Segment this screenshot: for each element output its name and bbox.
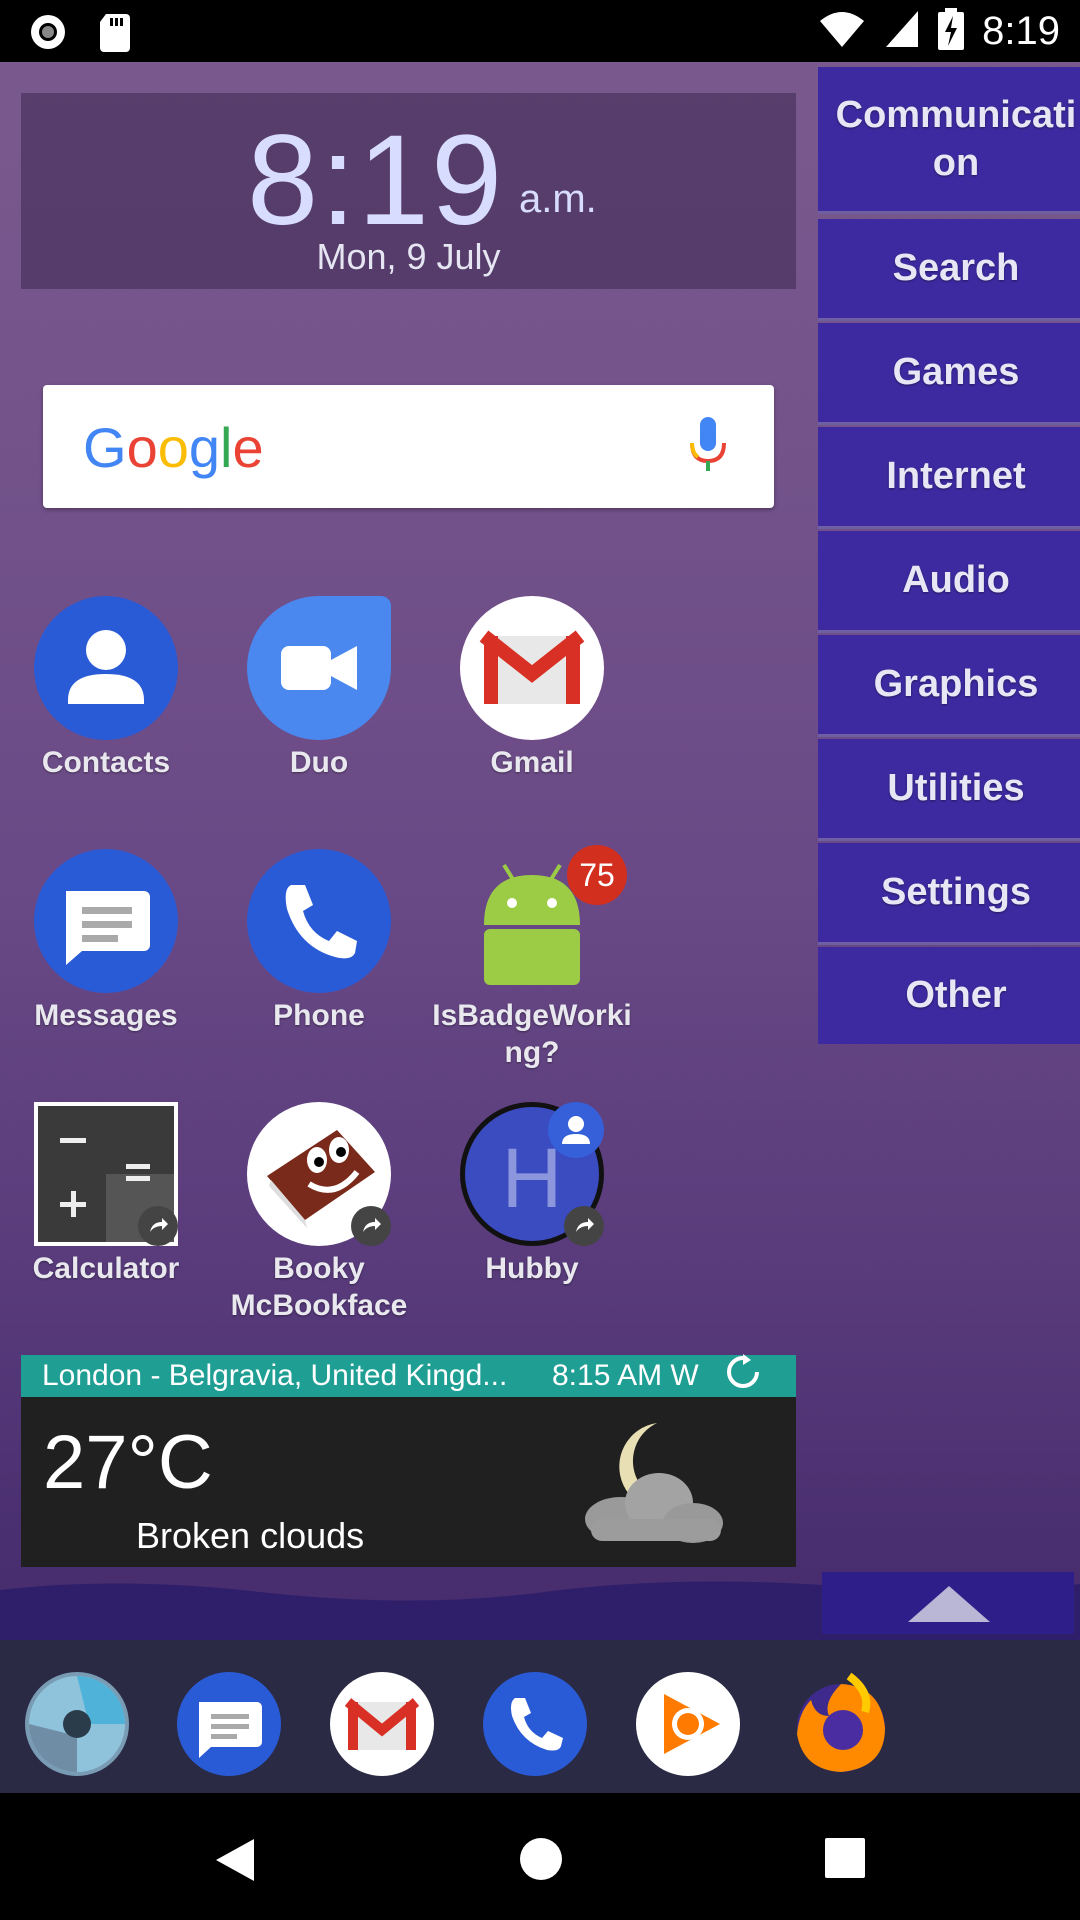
mic-icon[interactable] [688,417,728,477]
app-gmail[interactable]: Gmail [427,596,637,781]
wifi-icon [818,9,866,53]
shortcut-share-icon [564,1206,604,1246]
phone-icon [247,849,391,993]
weather-location: London - Belgravia, United Kingd... [42,1359,508,1392]
notification-badge: 75 [567,845,627,905]
sd-card-icon [100,12,132,56]
battery-charging-icon [938,8,965,54]
app-booky-mcbookface[interactable]: Booky McBookface [214,1102,424,1324]
navigation-bar [0,1793,1080,1920]
category-settings[interactable]: Settings [818,843,1080,945]
weather-updated: 8:15 AM W [552,1359,699,1392]
clock-time: 8:19 [247,109,505,252]
weather-header: London - Belgravia, United Kingd... 8:15… [21,1354,796,1398]
shortcut-share-icon [138,1206,178,1246]
messages-icon[interactable] [177,1672,281,1776]
app-phone[interactable]: Phone [214,849,424,1034]
moon-cloud-icon [561,1415,731,1559]
app-contacts[interactable]: Contacts [1,596,211,781]
weather-condition: Broken clouds [136,1515,365,1556]
contact-badge-icon [548,1102,604,1158]
app-label: Phone [273,999,365,1032]
recents-icon[interactable] [824,1837,866,1883]
clock-ampm: a.m. [519,177,597,221]
dock [0,1640,1080,1793]
contacts-icon [34,596,178,740]
weather-body: 27°C Broken clouds [21,1397,796,1567]
weather-temperature: 27°C [43,1420,213,1505]
app-label: Gmail [490,746,574,779]
up-arrow-icon [906,1584,992,1628]
app-label: Duo [289,746,349,779]
camera-icon[interactable] [25,1672,129,1776]
scroll-up-button[interactable] [822,1572,1074,1634]
refresh-icon[interactable] [725,1354,761,1398]
app-messages[interactable]: Messages [1,849,211,1034]
category-graphics[interactable]: Graphics [818,635,1080,737]
app-hubby[interactable]: H Hubby [427,1102,637,1287]
app-label: Calculator [32,1252,180,1285]
category-utilities[interactable]: Utilities [818,739,1080,841]
app-label: Hubby [485,1252,579,1285]
category-games[interactable]: Games [818,323,1080,425]
status-bar: 8:19 [0,0,1080,62]
firefox-icon[interactable] [789,1672,893,1776]
category-communication[interactable]: Communication [818,67,1080,214]
app-label: Contacts [41,746,171,779]
app-label: Messages [34,999,178,1032]
category-internet[interactable]: Internet [818,427,1080,529]
app-duo[interactable]: Duo [214,596,424,781]
clock-date: Mon, 9 July [316,236,501,277]
app-isbadgeworking[interactable]: 75 IsBadgeWorking? [427,845,637,1071]
weather-widget[interactable]: London - Belgravia, United Kingd... 8:15… [21,1354,796,1567]
record-icon [28,12,68,56]
home-icon[interactable] [519,1837,563,1885]
app-label: Booky McBookface [230,1252,408,1322]
category-search[interactable]: Search [818,219,1080,321]
messages-icon [34,849,178,993]
play-music-icon[interactable] [636,1672,740,1776]
app-label: IsBadgeWorking? [432,999,632,1069]
shortcut-share-icon [351,1206,391,1246]
google-logo: Google [83,416,264,479]
category-audio[interactable]: Audio [818,531,1080,633]
gmail-icon [460,596,604,740]
google-search-bar[interactable]: Google [43,385,774,508]
back-icon[interactable] [214,1837,256,1887]
phone-icon[interactable] [483,1672,587,1776]
category-other[interactable]: Other [818,947,1080,1044]
duo-icon [247,596,391,740]
app-calculator[interactable]: Calculator [1,1102,211,1287]
gmail-icon[interactable] [330,1672,434,1776]
status-time: 8:19 [982,8,1060,53]
clock-widget[interactable]: 8:19 a.m. Mon, 9 July [21,93,796,289]
signal-icon [884,9,920,53]
